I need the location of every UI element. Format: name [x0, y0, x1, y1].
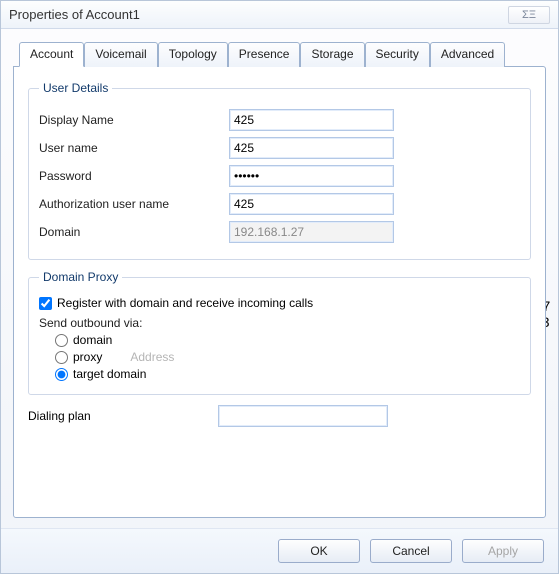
user-name-field[interactable]: [229, 137, 394, 159]
user-details-legend: User Details: [39, 81, 112, 95]
proxy-address-placeholder: Address: [130, 350, 174, 364]
domain-proxy-group: Domain Proxy Register with domain and re…: [28, 270, 531, 395]
register-checkbox[interactable]: [39, 297, 52, 310]
tab-advanced[interactable]: Advanced: [430, 42, 505, 67]
titlebar: Properties of Account1 ΣΞ: [1, 1, 558, 29]
label-auth-user: Authorization user name: [39, 197, 229, 211]
radio-domain-label: domain: [73, 333, 112, 347]
cancel-button[interactable]: Cancel: [370, 539, 452, 563]
radio-proxy-label: proxy: [73, 350, 102, 364]
display-name-field[interactable]: [229, 109, 394, 131]
send-outbound-label: Send outbound via:: [39, 316, 520, 330]
register-label: Register with domain and receive incomin…: [57, 296, 313, 310]
radio-row-domain: domain: [55, 333, 520, 347]
row-auth-user: Authorization user name: [39, 193, 520, 215]
ok-button[interactable]: OK: [278, 539, 360, 563]
radio-target-label: target domain: [73, 367, 146, 381]
radio-row-target: target domain: [55, 367, 520, 381]
tab-voicemail[interactable]: Voicemail: [84, 42, 157, 67]
label-user-name: User name: [39, 141, 229, 155]
radio-target[interactable]: [55, 368, 68, 381]
tab-topology[interactable]: Topology: [158, 42, 228, 67]
tab-security[interactable]: Security: [365, 42, 430, 67]
label-dialing-plan: Dialing plan: [28, 409, 218, 423]
row-user-name: User name: [39, 137, 520, 159]
client-area: Account Voicemail Topology Presence Stor…: [1, 29, 558, 528]
tab-panel-account: User Details Display Name User name Pass…: [13, 66, 546, 518]
domain-proxy-legend: Domain Proxy: [39, 270, 122, 284]
radio-domain[interactable]: [55, 334, 68, 347]
outbound-radios: domain proxy Address target domain: [55, 333, 520, 381]
radio-proxy[interactable]: [55, 351, 68, 364]
password-field[interactable]: [229, 165, 394, 187]
row-register: Register with domain and receive incomin…: [39, 296, 520, 310]
dialing-plan-field[interactable]: [218, 405, 388, 427]
tab-strip: Account Voicemail Topology Presence Stor…: [13, 41, 546, 66]
label-display-name: Display Name: [39, 113, 229, 127]
dialog-buttons: OK Cancel Apply: [1, 528, 558, 573]
label-password: Password: [39, 169, 229, 183]
close-icon[interactable]: ΣΞ: [508, 6, 550, 24]
row-display-name: Display Name: [39, 109, 520, 131]
row-password: Password: [39, 165, 520, 187]
window-title: Properties of Account1: [9, 7, 508, 22]
tab-presence[interactable]: Presence: [228, 42, 301, 67]
domain-field[interactable]: [229, 221, 394, 243]
radio-row-proxy: proxy Address: [55, 350, 520, 364]
tab-account[interactable]: Account: [19, 42, 84, 67]
label-domain: Domain: [39, 225, 229, 239]
user-details-group: User Details Display Name User name Pass…: [28, 81, 531, 260]
tab-storage[interactable]: Storage: [300, 42, 364, 67]
apply-button[interactable]: Apply: [462, 539, 544, 563]
row-domain: Domain: [39, 221, 520, 243]
auth-user-field[interactable]: [229, 193, 394, 215]
properties-dialog: Properties of Account1 ΣΞ Account Voicem…: [0, 0, 559, 574]
row-dialing-plan: Dialing plan: [28, 405, 531, 427]
